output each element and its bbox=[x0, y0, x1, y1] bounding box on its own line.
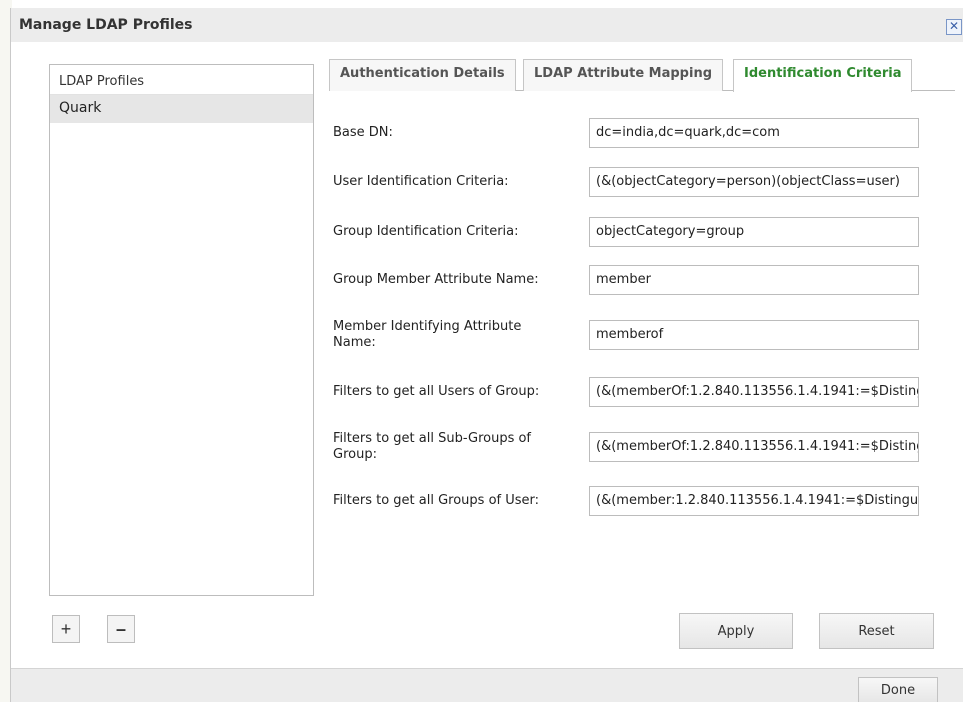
base-dn-label: Base DN: bbox=[333, 125, 393, 140]
ldap-profiles-header: LDAP Profiles bbox=[50, 65, 313, 95]
group-identification-label: Group Identification Criteria: bbox=[333, 224, 519, 239]
dialog-title: Manage LDAP Profiles bbox=[19, 17, 193, 33]
member-identifying-attribute-input[interactable]: memberof bbox=[589, 320, 919, 350]
member-identifying-attribute-label: Member Identifying Attribute Name: bbox=[333, 319, 522, 350]
groups-of-user-filter-input[interactable]: (&(member:1.2.840.113556.1.4.1941:=$Dist… bbox=[589, 486, 919, 516]
profile-item-quark[interactable]: Quark bbox=[50, 95, 313, 123]
base-dn-input[interactable]: dc=india,dc=quark,dc=com bbox=[589, 118, 919, 148]
user-identification-input[interactable]: (&(objectCategory=person)(objectClass=us… bbox=[589, 167, 919, 197]
ldap-profiles-list: LDAP Profiles Quark bbox=[49, 64, 314, 596]
done-button[interactable]: Done bbox=[858, 677, 938, 702]
remove-profile-button[interactable]: – bbox=[107, 615, 135, 643]
dialog-titlebar: Manage LDAP Profiles ✕ bbox=[11, 8, 963, 42]
groups-of-user-filter-label: Filters to get all Groups of User: bbox=[333, 493, 540, 508]
manage-ldap-profiles-dialog: Manage LDAP Profiles ✕ LDAP Profiles Qua… bbox=[10, 8, 963, 702]
group-member-attribute-input[interactable]: member bbox=[589, 265, 919, 295]
dialog-footer: Done bbox=[11, 668, 963, 702]
sub-groups-filter-label: Filters to get all Sub-Groups of Group: bbox=[333, 431, 532, 462]
tab-identification-criteria[interactable]: Identification Criteria bbox=[733, 59, 913, 92]
dialog-content: LDAP Profiles Quark + – Authentication D… bbox=[11, 42, 963, 668]
apply-button[interactable]: Apply bbox=[679, 613, 793, 649]
add-profile-button[interactable]: + bbox=[52, 615, 80, 643]
sub-groups-filter-input[interactable]: (&(memberOf:1.2.840.113556.1.4.1941:=$Di… bbox=[589, 432, 919, 462]
user-identification-label: User Identification Criteria: bbox=[333, 174, 509, 189]
users-of-group-filter-label: Filters to get all Users of Group: bbox=[333, 384, 540, 399]
group-member-attribute-label: Group Member Attribute Name: bbox=[333, 272, 539, 287]
reset-button[interactable]: Reset bbox=[819, 613, 934, 649]
users-of-group-filter-input[interactable]: (&(memberOf:1.2.840.113556.1.4.1941:=$Di… bbox=[589, 377, 919, 407]
group-identification-input[interactable]: objectCategory=group bbox=[589, 217, 919, 247]
tab-ldap-attribute-mapping[interactable]: LDAP Attribute Mapping bbox=[523, 59, 724, 91]
tab-authentication-details[interactable]: Authentication Details bbox=[329, 59, 516, 91]
tab-bar: Authentication Details LDAP Attribute Ma… bbox=[329, 59, 955, 92]
close-icon[interactable]: ✕ bbox=[946, 19, 962, 35]
